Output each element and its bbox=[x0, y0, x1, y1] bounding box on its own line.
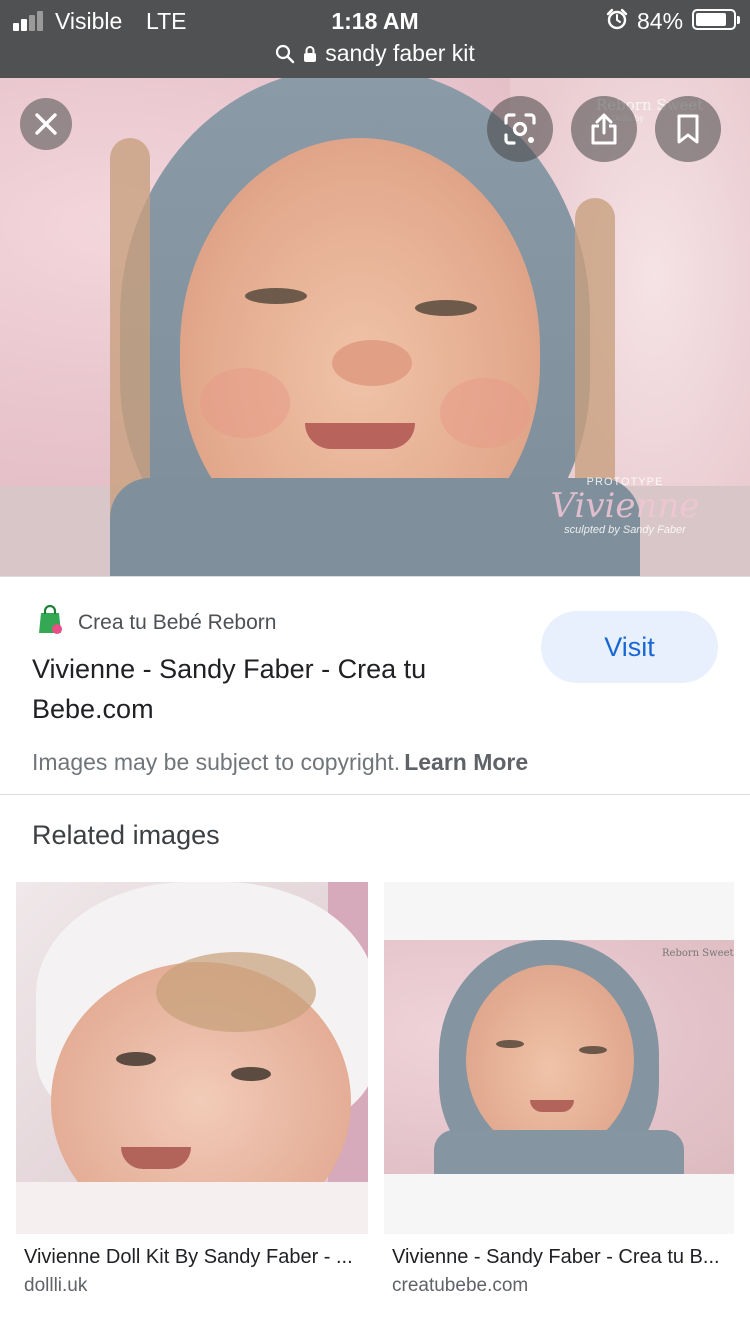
learn-more-link[interactable]: Learn More bbox=[404, 749, 528, 775]
lens-button[interactable] bbox=[487, 96, 553, 162]
copyright-notice: Images may be subject to copyright. Learn… bbox=[32, 749, 528, 776]
share-button[interactable] bbox=[571, 96, 637, 162]
related-image-source: dollli.uk bbox=[24, 1275, 88, 1296]
image-watermark: PROTOTYPE Vivienne sculpted by Sandy Fab… bbox=[550, 476, 700, 536]
lock-icon bbox=[304, 45, 317, 62]
share-icon bbox=[591, 113, 617, 145]
battery-percent: 84% bbox=[637, 8, 684, 34]
close-icon bbox=[35, 113, 57, 135]
shopping-bag-icon bbox=[39, 605, 62, 634]
bookmark-button[interactable] bbox=[655, 96, 721, 162]
section-divider bbox=[0, 794, 750, 795]
url-text: sandy faber kit bbox=[325, 40, 475, 66]
browser-top-bar: Visible LTE 1:18 AM 84% sandy faber kit bbox=[0, 0, 750, 78]
visit-button[interactable]: Visit bbox=[541, 611, 718, 683]
related-image-card[interactable]: Vivienne Doll Kit By Sandy Faber - ... d… bbox=[16, 882, 368, 1297]
close-button[interactable] bbox=[20, 98, 72, 150]
lens-icon bbox=[504, 113, 536, 145]
result-title[interactable]: Vivienne - Sandy Faber - Crea tu Bebe.co… bbox=[32, 649, 502, 729]
bookmark-icon bbox=[677, 114, 699, 144]
address-bar[interactable]: sandy faber kit bbox=[0, 40, 750, 70]
related-images-heading: Related images bbox=[32, 820, 220, 850]
thumbnail-watermark: Reborn Sweet bbox=[662, 948, 734, 959]
related-image-title[interactable]: Vivienne - Sandy Faber - Crea tu B... bbox=[392, 1246, 734, 1269]
alarm-icon bbox=[606, 8, 628, 30]
battery-icon bbox=[692, 9, 740, 30]
related-image-thumbnail[interactable] bbox=[16, 882, 368, 1234]
copyright-text: Images may be subject to copyright. bbox=[32, 749, 401, 775]
related-image-thumbnail[interactable]: Reborn Sweet bbox=[384, 882, 734, 1234]
source-name[interactable]: Crea tu Bebé Reborn bbox=[78, 611, 276, 635]
hero-image: Reborn Sweet Art Dolls by PROTOTYPE Vivi… bbox=[0, 78, 750, 576]
search-icon bbox=[276, 44, 295, 63]
status-bar: Visible LTE 1:18 AM 84% bbox=[0, 0, 750, 40]
related-image-card[interactable]: Reborn Sweet Vivienne - Sandy Faber - Cr… bbox=[384, 882, 734, 1297]
result-info-panel: Crea tu Bebé Reborn Vivienne - Sandy Fab… bbox=[0, 576, 750, 794]
related-image-title[interactable]: Vivienne Doll Kit By Sandy Faber - ... bbox=[24, 1246, 368, 1269]
related-image-source: creatubebe.com bbox=[392, 1275, 529, 1296]
